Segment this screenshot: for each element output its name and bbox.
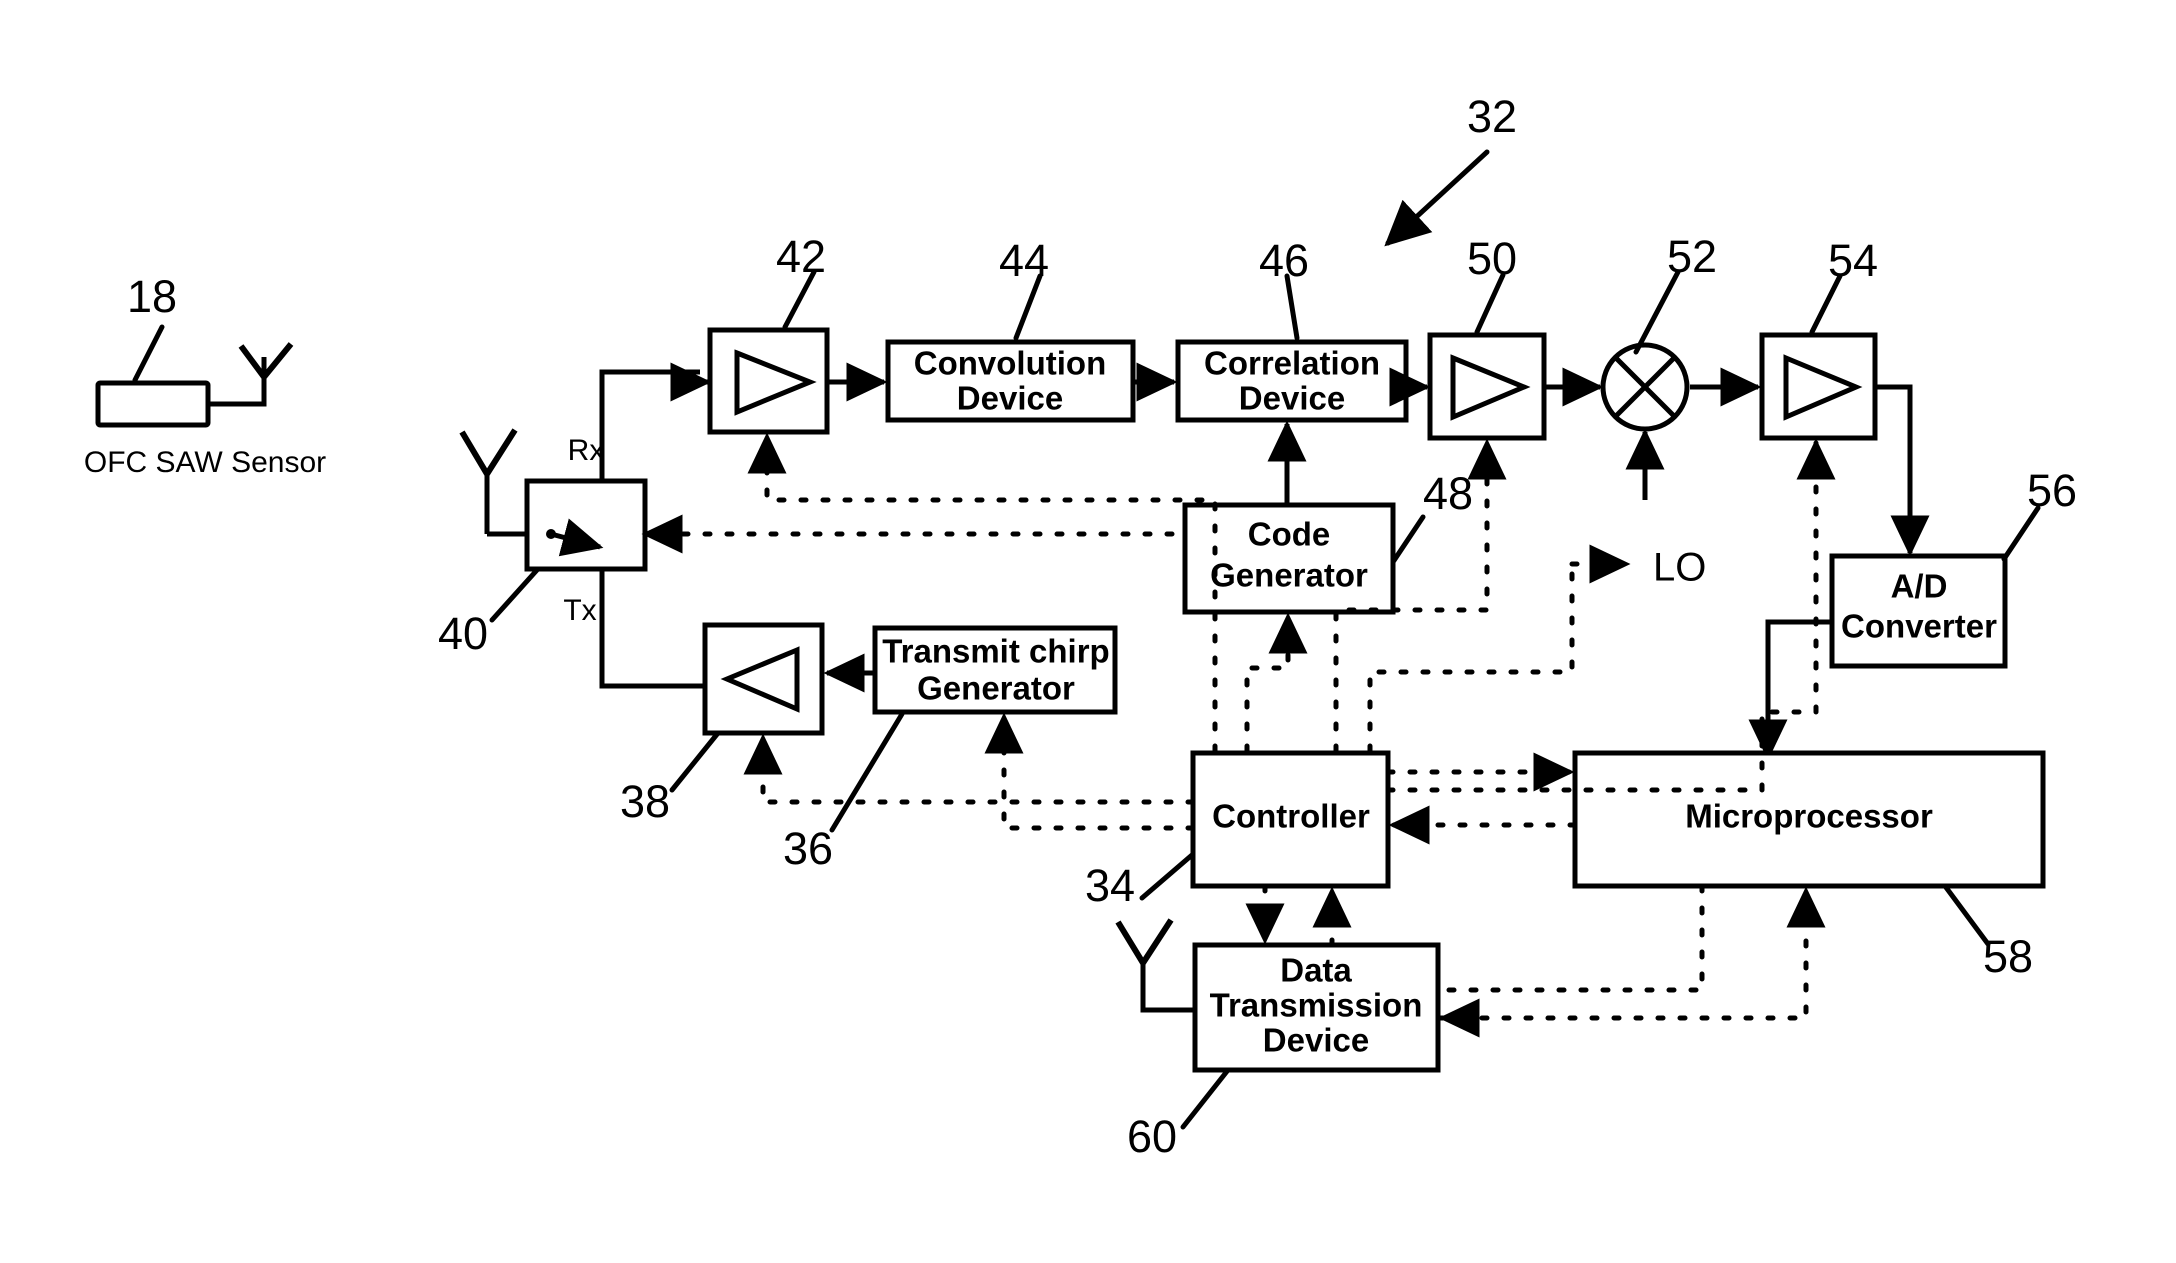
refnum-38: 38 <box>620 776 670 827</box>
refnum-54: 54 <box>1828 235 1878 286</box>
ctrl-controller-to-codegen <box>1244 612 1308 754</box>
refnum-40: 40 <box>438 608 488 659</box>
ref52-leader <box>1633 269 1681 355</box>
ofc-saw-sensor-block <box>95 380 211 428</box>
refnum-48: 48 <box>1423 468 1473 519</box>
mixer-52-group: 52 LO <box>1544 231 1717 590</box>
correlation-device-group: Correlation Device 46 <box>1133 235 1409 423</box>
data-antenna-stem <box>1140 963 1195 1013</box>
controller-group: Controller 34 <box>1085 750 1391 911</box>
refnum-52: 52 <box>1667 231 1717 282</box>
rx-label: Rx <box>568 434 605 467</box>
lo-label: LO <box>1653 546 1706 590</box>
microprocessor-label: Microprocessor <box>1685 798 1933 835</box>
ref18-leader <box>132 324 165 383</box>
refnum-36: 36 <box>783 823 833 874</box>
refnum-32: 32 <box>1467 91 1517 142</box>
ctrl-data-device-to-microprocessor <box>1435 886 1826 1021</box>
controller-label: Controller <box>1212 798 1370 835</box>
chirp-label-line1: Transmit chirp <box>882 633 1109 670</box>
transmit-chirp-generator-group: Transmit chirp Generator 36 <box>783 625 1118 874</box>
refnum-50: 50 <box>1467 233 1517 284</box>
wire-adc-to-microprocessor <box>1748 619 1832 761</box>
tr-switch-block <box>524 478 648 572</box>
data-transmission-device-group: Data Transmission Device 60 <box>1115 918 1441 1162</box>
ad-converter-label-line1: A/D <box>1891 568 1948 605</box>
data-label-line3: Device <box>1263 1022 1369 1059</box>
chirp-label-line2: Generator <box>917 670 1075 707</box>
ctrl-controller-to-chirp <box>984 712 1196 831</box>
correlation-label-line1: Correlation <box>1204 345 1380 382</box>
code-generator-group: Code Generator 48 <box>1182 420 1473 615</box>
figure-canvas: 32 18 OFC SAW Sensor Rx Tx 40 42 Convolu… <box>0 0 2176 1263</box>
amplifier-42-group: 42 <box>670 231 830 435</box>
correlation-label-line2: Device <box>1239 380 1345 417</box>
ref34-leader <box>1139 852 1195 901</box>
data-label-line1: Data <box>1280 952 1352 989</box>
system-ref-32: 32 <box>1384 91 1517 247</box>
ref60-leader <box>1180 1067 1231 1130</box>
ctrl-microprocessor-data-out <box>1439 883 1705 993</box>
amplifier-54-group: 54 <box>1690 235 1930 557</box>
refnum-56: 56 <box>2027 465 2077 516</box>
antenna-icon-data-transmission <box>1115 918 1174 969</box>
wire-amp54-to-adc <box>1875 384 1930 557</box>
refnum-46: 46 <box>1259 235 1309 286</box>
ref48-leader <box>1390 514 1426 565</box>
code-generator-label-line1: Code <box>1248 516 1331 553</box>
amplifier-50-group: 50 <box>1389 233 1547 441</box>
ref32-arrow <box>1384 149 1490 247</box>
ad-converter-label-line2: Converter <box>1841 608 1997 645</box>
convolution-device-group: Convolution Device 44 <box>827 235 1136 423</box>
refnum-44: 44 <box>999 235 1049 286</box>
ofc-saw-sensor-group: 18 OFC SAW Sensor <box>84 271 326 479</box>
refnum-58: 58 <box>1983 931 2033 982</box>
tx-path <box>599 569 705 689</box>
data-label-line2: Transmission <box>1210 987 1423 1024</box>
ctrl-controller-to-amp38 <box>743 733 1196 805</box>
microprocessor-group: Microprocessor 58 <box>1572 750 2046 982</box>
refnum-60: 60 <box>1127 1111 1177 1162</box>
convolution-label-line1: Convolution <box>914 345 1106 382</box>
code-generator-label-line2: Generator <box>1210 557 1368 594</box>
sensor-caption: OFC SAW Sensor <box>84 446 326 479</box>
ref58-leader <box>1942 883 1991 947</box>
tx-label: Tx <box>563 594 596 627</box>
ref36-leader <box>829 711 905 833</box>
convolution-label-line2: Device <box>957 380 1063 417</box>
ctrl-controller-to-lo <box>1367 561 1575 754</box>
ref40-leader <box>489 567 540 623</box>
amplifier-38-group: 38 <box>620 622 825 827</box>
refnum-34: 34 <box>1085 860 1135 911</box>
block-diagram: 32 18 OFC SAW Sensor Rx Tx 40 42 Convolu… <box>84 91 2077 1162</box>
antenna-icon-switch <box>459 428 518 480</box>
rx-path <box>599 369 700 481</box>
ref38-leader <box>669 730 721 793</box>
refnum-42: 42 <box>776 231 826 282</box>
refnum-18: 18 <box>127 271 177 322</box>
